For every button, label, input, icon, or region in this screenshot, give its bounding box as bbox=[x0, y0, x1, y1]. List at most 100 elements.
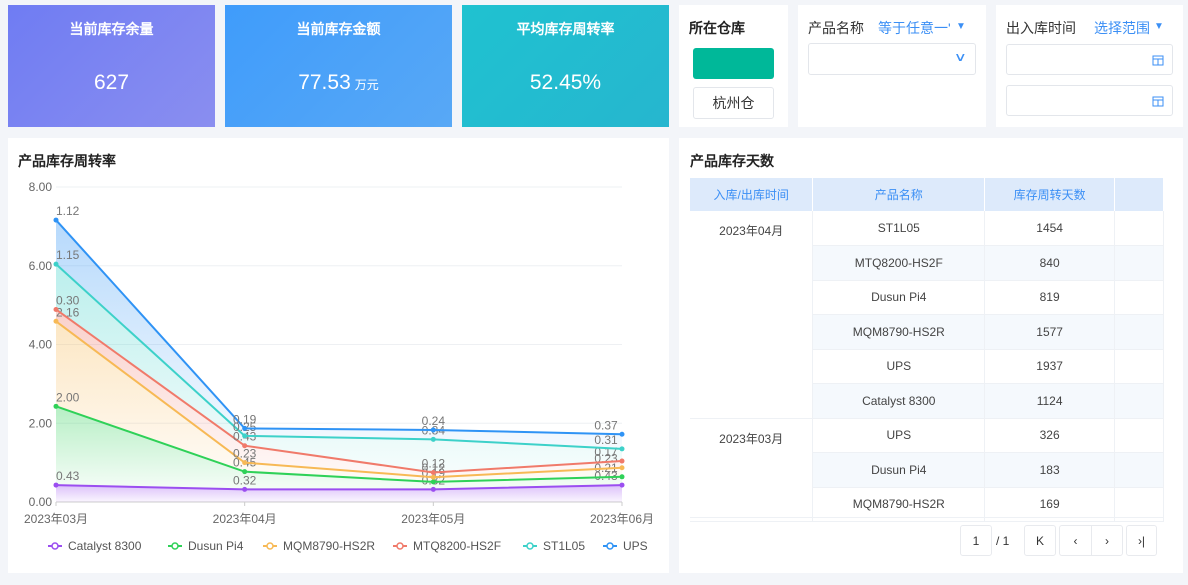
cell-days: 1124 bbox=[984, 383, 1116, 419]
warehouse-filter: 所在仓库 杭州仓 bbox=[679, 5, 788, 127]
last-page-icon: ›| bbox=[1137, 533, 1146, 548]
cell-time: 2023年04月 bbox=[690, 211, 814, 419]
cell-product: MTQ8200-HS2F bbox=[812, 245, 986, 281]
product-label: 产品名称 bbox=[808, 20, 864, 36]
data-label: 1.15 bbox=[56, 248, 80, 262]
data-label: 0.43 bbox=[56, 469, 80, 483]
legend-marker bbox=[526, 542, 534, 550]
warehouse-option-label: 杭州仓 bbox=[712, 95, 755, 111]
cell-days: 183 bbox=[984, 452, 1116, 488]
cell-empty bbox=[1114, 383, 1164, 419]
table-row[interactable]: 2023年03月 UPS 326 bbox=[690, 418, 1164, 522]
stock-days-card: 产品库存天数 入库/出库时间 产品名称 库存周转天数 2023年04月 ST1L0… bbox=[679, 138, 1183, 573]
column-header-product[interactable]: 产品名称 bbox=[812, 178, 986, 211]
warehouse-option-selected[interactable] bbox=[693, 48, 774, 79]
data-point bbox=[619, 482, 625, 488]
legend-item[interactable]: UPS bbox=[623, 539, 648, 553]
kpi-stock-quantity: 当前库存余量 627 bbox=[8, 5, 215, 127]
kpi-turnover-rate: 平均库存周转率 52.45% bbox=[462, 5, 669, 127]
column-header-time[interactable]: 入库/出库时间 bbox=[690, 178, 814, 211]
turnover-chart-card: 产品库存周转率 0.00 2.00 4.00 6.00 8.00 2023年03月 2023… bbox=[8, 138, 669, 573]
x-tick-label: 2023年04月 bbox=[213, 512, 277, 526]
calendar-icon bbox=[1152, 55, 1164, 66]
cell-days: 326 bbox=[984, 418, 1116, 453]
data-label: 1.12 bbox=[56, 204, 80, 218]
turnover-chart: 0.00 2.00 4.00 6.00 8.00 2023年03月 2023年04月 2023… bbox=[24, 180, 654, 553]
cell-product: UPS bbox=[812, 349, 986, 384]
data-point bbox=[53, 306, 59, 312]
data-point bbox=[619, 431, 625, 437]
caret-down-icon[interactable]: ▼ bbox=[1154, 21, 1164, 32]
legend-marker bbox=[606, 542, 614, 550]
legend-marker bbox=[51, 542, 59, 550]
x-tick-label: 2023年05月 bbox=[401, 512, 465, 526]
cell-days: 1577 bbox=[984, 314, 1116, 350]
legend-item[interactable]: MQM8790-HS2R bbox=[283, 539, 375, 553]
data-label: 0.23 bbox=[233, 447, 257, 461]
time-mode-dropdown[interactable]: 选择范围 bbox=[1094, 18, 1150, 38]
page-number: 1 bbox=[972, 533, 980, 548]
cell-days: 1454 bbox=[984, 211, 1116, 246]
table-row[interactable]: 2023年04月 ST1L05 1454 bbox=[690, 211, 1164, 419]
data-point bbox=[430, 474, 436, 480]
legend-item[interactable]: MTQ8200-HS2F bbox=[413, 539, 501, 553]
legend-item[interactable]: ST1L05 bbox=[543, 539, 585, 553]
first-page-button[interactable]: K bbox=[1024, 525, 1056, 556]
cell-product: UPS bbox=[812, 418, 986, 453]
cell-product: ST1L05 bbox=[812, 211, 986, 246]
cell-empty bbox=[1114, 452, 1164, 488]
cell-product: Catalyst 8300 bbox=[812, 383, 986, 419]
start-date-input[interactable] bbox=[1006, 44, 1173, 75]
cell-empty bbox=[1114, 245, 1164, 281]
data-label: 0.24 bbox=[422, 414, 446, 428]
chevron-left-icon: ‹ bbox=[1073, 533, 1078, 548]
data-point bbox=[430, 479, 436, 485]
legend-marker bbox=[396, 542, 404, 550]
end-date-input[interactable] bbox=[1006, 85, 1173, 116]
warehouse-option-hangzhou[interactable]: 杭州仓 bbox=[693, 87, 774, 119]
cell-empty bbox=[1114, 280, 1164, 315]
last-page-button[interactable]: ›| bbox=[1126, 525, 1157, 556]
caret-down-icon[interactable]: ▼ bbox=[956, 21, 966, 32]
data-point bbox=[430, 436, 436, 442]
cell-empty bbox=[1114, 314, 1164, 350]
data-point bbox=[430, 469, 436, 475]
data-point bbox=[242, 460, 248, 466]
data-point bbox=[242, 443, 248, 449]
data-point bbox=[53, 403, 59, 409]
data-point bbox=[619, 446, 625, 452]
page-number-input[interactable]: 1 bbox=[960, 525, 992, 556]
cell-product: Dusun Pi4 bbox=[812, 280, 986, 315]
data-point bbox=[430, 427, 436, 433]
stock-days-table: 入库/出库时间 产品名称 库存周转天数 2023年04月 ST1L05 1454 MT… bbox=[690, 178, 1164, 522]
kpi-title: 当前库存金额 bbox=[296, 21, 381, 37]
next-page-button[interactable]: › bbox=[1091, 525, 1123, 556]
cell-empty bbox=[1114, 349, 1164, 384]
prev-page-button[interactable]: ‹ bbox=[1059, 525, 1091, 556]
kpi-title: 平均库存周转率 bbox=[516, 21, 615, 37]
data-point bbox=[619, 465, 625, 471]
time-label: 出入库时间 bbox=[1006, 20, 1076, 36]
data-point bbox=[242, 469, 248, 475]
calendar-icon bbox=[1152, 96, 1164, 107]
data-label: 0.30 bbox=[56, 293, 80, 307]
kpi-stock-amount: 当前库存金额 77.53 万元 bbox=[225, 5, 452, 127]
table-title: 产品库存天数 bbox=[690, 153, 774, 169]
chevron-right-icon: › bbox=[1105, 533, 1109, 548]
cell-product: Dusun Pi4 bbox=[812, 452, 986, 488]
legend-marker bbox=[171, 542, 179, 550]
column-header-days[interactable]: 库存周转天数 bbox=[984, 178, 1116, 211]
data-point bbox=[53, 261, 59, 267]
data-point bbox=[242, 486, 248, 492]
data-label: 2.00 bbox=[56, 390, 80, 404]
x-tick-label: 2023年03月 bbox=[24, 512, 88, 526]
cell-empty bbox=[1114, 211, 1164, 246]
legend-item[interactable]: Catalyst 8300 bbox=[68, 539, 142, 553]
column-header-empty bbox=[1114, 178, 1164, 211]
data-point bbox=[430, 486, 436, 492]
product-select[interactable]: ∨ bbox=[808, 43, 976, 75]
cell-empty bbox=[1114, 418, 1164, 453]
legend-item[interactable]: Dusun Pi4 bbox=[188, 539, 244, 553]
product-mode-dropdown[interactable]: 等于任意一' bbox=[878, 18, 954, 38]
data-point bbox=[242, 433, 248, 439]
